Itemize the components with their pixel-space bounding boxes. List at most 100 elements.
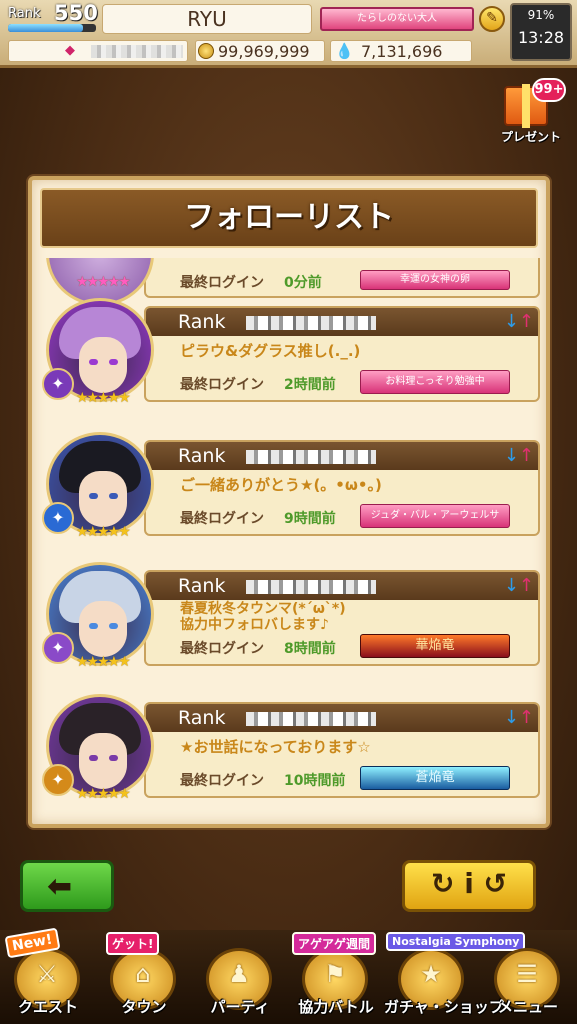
avatar-eye xyxy=(109,359,118,365)
gift-ribbon-icon xyxy=(522,84,530,128)
rarity-stars: ★★★★★ xyxy=(76,654,131,670)
device-status: 91% 13:28 xyxy=(510,3,572,61)
avatar-eye xyxy=(109,493,118,499)
gem-icon: ◆ xyxy=(65,43,75,58)
nav-item[interactable]: ⌂ ゲット! タウン xyxy=(96,930,192,1024)
nav-item[interactable]: ♟ パーティ xyxy=(192,930,288,1024)
follow-list-panel: フォローリスト 最終ログイン 0分前 幸運の女神の卵 ★★★★★ Rank ↓↑… xyxy=(28,176,550,828)
nav-label: クエスト xyxy=(17,998,78,1016)
nav-label: タウン xyxy=(121,998,167,1016)
status-bar: Rank 550 RYU たらしのない大人 ✎ 91% 13:28 ◆ 99,9… xyxy=(0,0,577,68)
card-body: Rank ↓↑ ★お世話になっております☆ 最終ログイン 10時間前 蒼焔竜 xyxy=(144,702,540,798)
avatar-eye xyxy=(89,623,98,629)
title-badge: 蒼焔竜 xyxy=(360,766,510,790)
gem-value-redacted xyxy=(91,45,183,58)
profile-comment: 春夏秋冬タウンマ(*´ω`*) 協力中フォロバします♪ xyxy=(180,601,346,633)
nav-label: メニュー xyxy=(497,998,558,1016)
nav-icon: ☰ xyxy=(516,960,538,988)
drop-icon: 💧 xyxy=(335,42,354,60)
mutual-follow-icon: ↓↑ xyxy=(503,311,534,332)
title-badge: お料理こっそり勉強中 xyxy=(360,370,510,394)
gem-counter: ◆ xyxy=(8,40,188,62)
friend-rank-label: Rank xyxy=(178,445,226,467)
last-login-value: 10時間前 xyxy=(284,773,346,789)
avatar-eye xyxy=(109,755,118,761)
card-body: Rank ↓↑ ご一緒ありがとう★(。•ω•。) 最終ログイン 9時間前 ジュダ… xyxy=(144,440,540,536)
nav-label: ガチャ・ショップ xyxy=(384,998,504,1016)
friend-name-redacted xyxy=(246,712,376,726)
element-icon: ✦ xyxy=(42,502,74,534)
avatar-eye xyxy=(109,623,118,629)
last-login-value: 9時間前 xyxy=(284,511,336,527)
title-badge: 幸運の女神の卵 xyxy=(360,270,510,290)
friend-name-redacted xyxy=(246,580,376,594)
follow-card[interactable]: Rank ↓↑ 春夏秋冬タウンマ(*´ω`*) 協力中フォロバします♪ 最終ログイ… xyxy=(42,562,540,674)
back-arrow-icon: ⬅ xyxy=(47,869,73,904)
friend-rank-label: Rank xyxy=(178,311,226,333)
player-name[interactable]: RYU xyxy=(102,4,312,34)
battery-level: 91% xyxy=(527,8,555,22)
info-button[interactable]: ↻ i ↺ xyxy=(402,860,536,912)
friend-name-redacted xyxy=(246,316,376,330)
nav-item[interactable]: ⚔ New! クエスト xyxy=(0,927,96,1024)
nav-icon: ⚔ xyxy=(36,960,58,988)
card-body: Rank ↓↑ ピラウ&ダグラス推し(._.) 最終ログイン 2時間前 お料理こ… xyxy=(144,306,540,402)
follow-card[interactable]: Rank ↓↑ ご一緒ありがとう★(。•ω•。) 最終ログイン 9時間前 ジュダ… xyxy=(42,432,540,544)
last-login-label: 最終ログイン xyxy=(180,275,264,291)
last-login-label: 最終ログイン xyxy=(180,377,264,393)
card-body: Rank ↓↑ 春夏秋冬タウンマ(*´ω`*) 協力中フォロバします♪ 最終ログイ… xyxy=(144,570,540,666)
friend-name-redacted xyxy=(246,450,376,464)
rank-bar: Rank ↓↑ xyxy=(146,442,538,470)
rarity-stars: ★★★★★ xyxy=(76,390,131,406)
mutual-follow-icon: ↓↑ xyxy=(503,445,534,466)
nav-icon: ⌂ xyxy=(135,960,151,988)
profile-comment: ★お世話になっております☆ xyxy=(180,738,371,756)
coin-value: 99,969,999 xyxy=(218,42,310,61)
rank-bar: Rank ↓↑ xyxy=(146,704,538,732)
nav-label: パーティ xyxy=(210,998,270,1016)
element-icon: ✦ xyxy=(42,368,74,400)
present-label: プレゼント xyxy=(500,130,561,144)
avatar-eye xyxy=(89,755,98,761)
avatar-face xyxy=(79,471,127,527)
info-icon: ↻ i ↺ xyxy=(430,867,507,900)
nav-item[interactable]: ★ Nostalgia Symphony ガチャ・ショップ xyxy=(384,930,526,1024)
avatar-eye xyxy=(89,493,98,499)
coin-counter: 99,969,999 xyxy=(195,40,325,62)
nav-icon: ★ xyxy=(420,960,442,988)
element-icon: ✦ xyxy=(42,764,74,796)
nav-item[interactable]: ⚑ アゲアゲ週間 協力バトル xyxy=(288,930,384,1024)
present-count-badge: 99+ xyxy=(532,78,566,102)
rank-value: 550 xyxy=(54,1,98,25)
nav-item[interactable]: ☰ メニュー xyxy=(480,930,576,1024)
follow-card[interactable]: Rank ↓↑ ★お世話になっております☆ 最終ログイン 10時間前 蒼焔竜 ✦… xyxy=(42,694,540,806)
nav-event-tag: ゲット! xyxy=(106,932,160,955)
follow-card[interactable]: Rank ↓↑ ピラウ&ダグラス推し(._.) 最終ログイン 2時間前 お料理こ… xyxy=(42,298,540,410)
nav-event-tag: アゲアゲ週間 xyxy=(292,932,377,955)
avatar-face xyxy=(79,337,127,393)
last-login-label: 最終ログイン xyxy=(180,773,264,789)
player-title-badge[interactable]: たらしのない大人 xyxy=(320,7,474,31)
last-login-value: 2時間前 xyxy=(284,377,336,393)
title-badge: 華焔竜 xyxy=(360,634,510,658)
present-button[interactable]: 99+ プレゼント xyxy=(494,78,568,148)
mutual-follow-icon: ↓↑ xyxy=(503,707,534,728)
friend-rank-label: Rank xyxy=(178,707,226,729)
last-login-label: 最終ログイン xyxy=(180,641,264,657)
mutual-follow-icon: ↓↑ xyxy=(503,575,534,596)
edit-pen-icon[interactable]: ✎ xyxy=(479,6,505,32)
back-button[interactable]: ⬅ xyxy=(20,860,114,912)
rank-label: Rank xyxy=(8,6,41,21)
profile-comment: ご一緒ありがとう★(。•ω•。) xyxy=(180,476,382,494)
title-badge: ジュダ・バル・アーウェルサ xyxy=(360,504,510,528)
rarity-stars: ★★★★★ xyxy=(76,786,131,802)
last-login-label: 最終ログイン xyxy=(180,511,264,527)
rarity-stars: ★★★★★ xyxy=(76,274,131,290)
clock-time: 13:28 xyxy=(517,28,565,47)
avatar-face xyxy=(79,601,127,657)
profile-comment: ピラウ&ダグラス推し(._.) xyxy=(180,342,361,360)
bottom-nav: ⚔ New! クエスト ⌂ ゲット! タウン ♟ パーティ ⚑ アゲアゲ週間 協… xyxy=(0,927,577,1024)
coin-icon xyxy=(198,43,214,59)
avatar-face xyxy=(79,733,127,789)
nav-icon: ⚑ xyxy=(324,960,346,988)
